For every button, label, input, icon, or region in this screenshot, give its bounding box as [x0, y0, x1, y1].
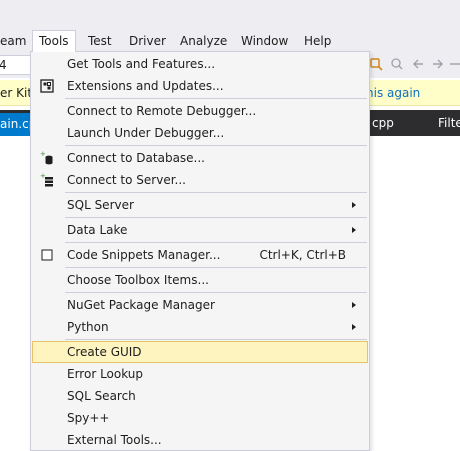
shortcut-text: Ctrl+K, Ctrl+B — [259, 248, 346, 262]
menu-separator — [65, 145, 367, 146]
toolbar-more-icon[interactable] — [448, 57, 460, 71]
tools-menu: Get Tools and Features... Extensions and… — [30, 51, 370, 451]
menu-item-sql-server[interactable]: SQL Server — [32, 194, 368, 216]
menu-item-extensions[interactable]: Extensions and Updates... — [32, 75, 368, 97]
window-top-strip — [0, 0, 460, 30]
submenu-arrow-icon — [352, 227, 356, 233]
menu-item-data-lake[interactable]: Data Lake — [32, 219, 368, 241]
extensions-icon — [40, 79, 54, 93]
menu-test[interactable]: Test — [82, 30, 118, 52]
menu-item-choose-toolbox[interactable]: Choose Toolbox Items... — [32, 269, 368, 291]
menu-separator — [65, 98, 367, 99]
menu-item-error-lookup[interactable]: Error Lookup — [32, 363, 368, 385]
menu-separator — [65, 217, 367, 218]
filter-label[interactable]: Filte — [438, 110, 460, 136]
menu-item-create-guid[interactable]: Create GUID — [32, 341, 368, 363]
menu-item-connect-server[interactable]: + Connect to Server... — [32, 169, 368, 191]
menu-separator — [65, 267, 367, 268]
navigate-forward-icon[interactable] — [430, 57, 444, 71]
menu-analyze[interactable]: Analyze — [174, 30, 233, 52]
menu-item-python[interactable]: Python — [32, 316, 368, 338]
menu-item-sql-search[interactable]: SQL Search — [32, 385, 368, 407]
menu-window[interactable]: Window — [235, 30, 294, 52]
menu-item-connect-remote-debugger[interactable]: Connect to Remote Debugger... — [32, 100, 368, 122]
zoom-icon[interactable] — [390, 57, 404, 71]
menu-separator — [65, 192, 367, 193]
menu-team[interactable]: eam — [0, 30, 32, 52]
menu-help[interactable]: Help — [298, 30, 337, 52]
menu-bar: eam Tools Test Driver Analyze Window Hel… — [0, 30, 460, 52]
menu-item-code-snippets[interactable]: Code Snippets Manager... Ctrl+K, Ctrl+B — [32, 244, 368, 266]
info-bar-dismiss-link[interactable]: his again — [366, 80, 420, 106]
menu-item-nuget[interactable]: NuGet Package Manager — [32, 294, 368, 316]
menu-item-connect-database[interactable]: + Connect to Database... — [32, 147, 368, 169]
menu-item-get-tools[interactable]: Get Tools and Features... — [32, 53, 368, 75]
tab-main-cpp[interactable]: ain.cpp — [0, 113, 34, 136]
database-connect-icon: + — [40, 151, 53, 165]
menu-item-external-tools[interactable]: External Tools... — [32, 429, 368, 451]
menu-item-launch-under-debugger[interactable]: Launch Under Debugger... — [32, 122, 368, 144]
menu-separator — [65, 292, 367, 293]
submenu-arrow-icon — [352, 324, 356, 330]
svg-text:+: + — [40, 151, 46, 158]
checkbox-icon — [41, 249, 53, 261]
menu-separator — [65, 339, 367, 340]
menu-tools[interactable]: Tools — [32, 30, 76, 52]
submenu-arrow-icon — [352, 302, 356, 308]
navigate-back-icon[interactable] — [412, 57, 426, 71]
tab-cpp[interactable]: cpp — [372, 110, 394, 136]
find-icon[interactable] — [370, 57, 384, 71]
server-connect-icon: + — [40, 173, 53, 187]
menu-separator — [65, 242, 367, 243]
menu-item-spy[interactable]: Spy++ — [32, 407, 368, 429]
submenu-arrow-icon — [352, 202, 356, 208]
menu-driver[interactable]: Driver — [123, 30, 172, 52]
